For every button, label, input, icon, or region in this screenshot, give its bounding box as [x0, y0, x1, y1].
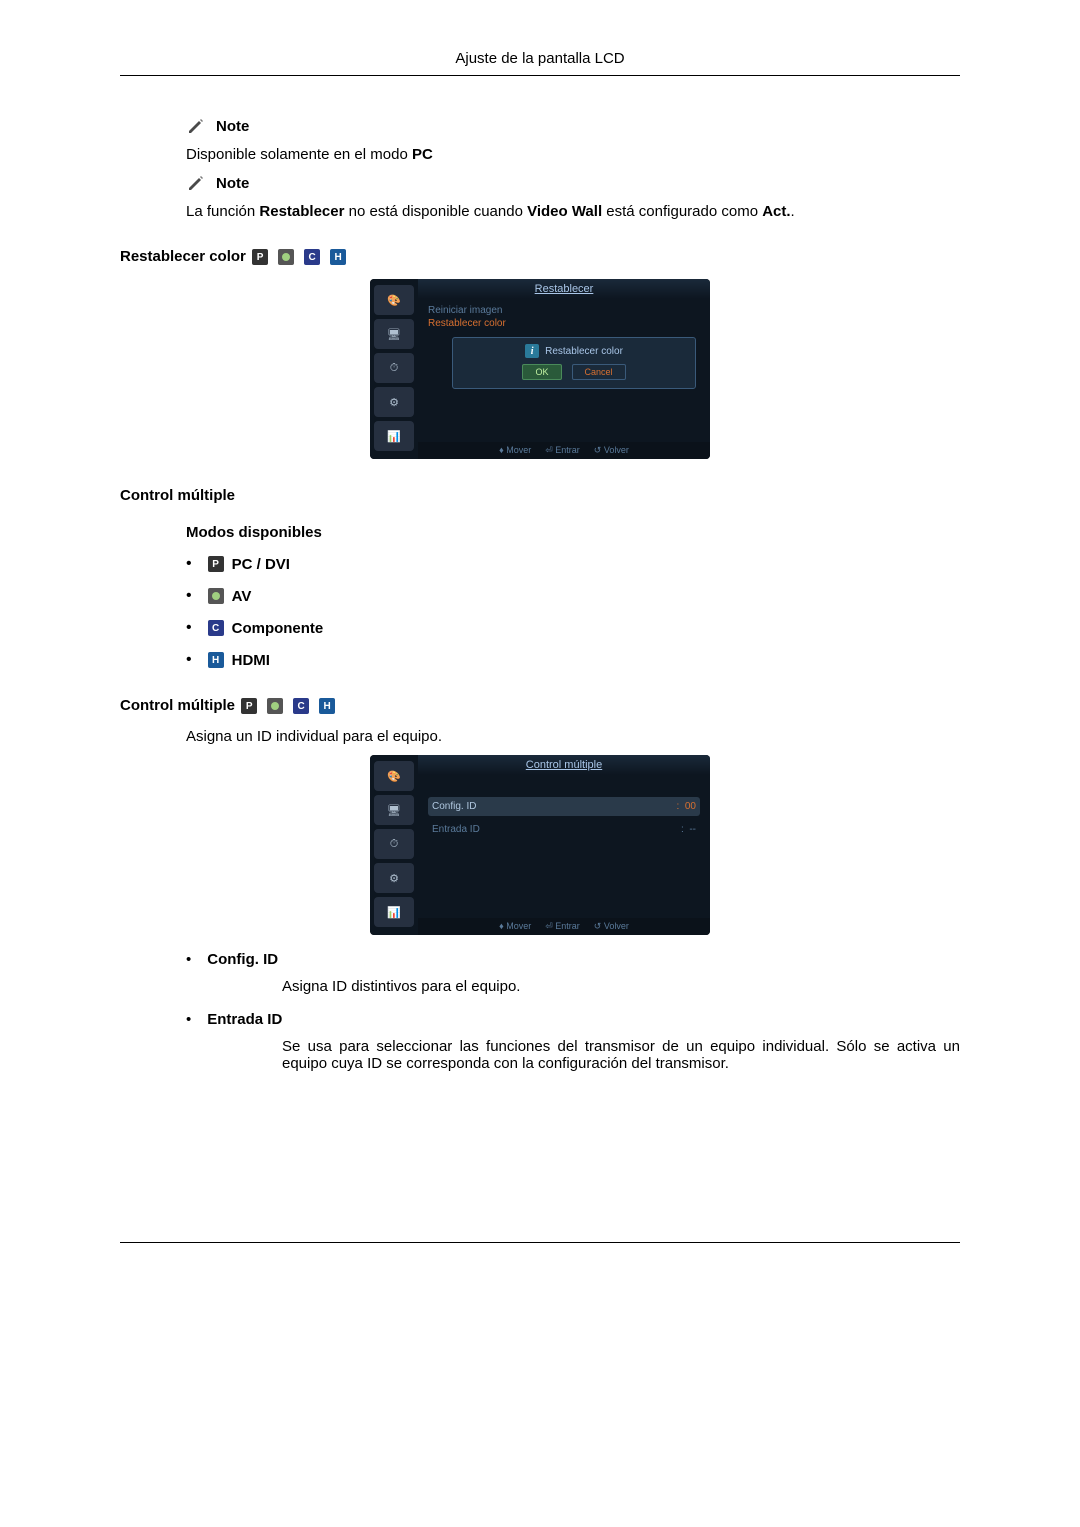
osd-tab-icon: ⚙: [374, 387, 414, 417]
note-label: Note: [216, 175, 249, 192]
section-control-multiple: Control múltiple: [120, 487, 960, 504]
badge-comp-icon: C: [208, 620, 224, 636]
osd-title: Restablecer: [418, 279, 710, 299]
note-text-2: La función Restablecer no está disponibl…: [186, 203, 960, 220]
osd-row-config-id: Config. ID : 00: [428, 797, 700, 816]
osd-tab-icon: 🖥: [374, 795, 414, 825]
badge-hdmi-icon: H: [208, 652, 224, 668]
control-multiple-desc: Asigna un ID individual para el equipo.: [186, 728, 960, 745]
mode-badges: P C H: [241, 698, 343, 714]
section-control-multiple-2: Control múltiple P C H: [120, 697, 960, 714]
badge-av-icon: [267, 698, 283, 714]
mode-badges: P C H: [252, 249, 354, 265]
osd-footer: ♦ Mover ⏎ Entrar ↺ Volver: [418, 918, 710, 935]
sub-modos-disponibles: Modos disponibles: [186, 524, 960, 541]
item-entrada-id: Entrada ID Se usa para seleccionar las f…: [186, 1011, 960, 1072]
info-icon: i: [525, 344, 539, 358]
osd-sidebar: 🎨 🖥 ⏱ ⚙ 📊: [370, 755, 418, 935]
modes-list: P PC / DVI AV C Componente H HDMI: [186, 555, 960, 669]
osd-dialog: i Restablecer color OK Cancel: [452, 337, 696, 389]
badge-pc-icon: P: [252, 249, 268, 265]
osd-hint-mover: ♦ Mover: [499, 445, 531, 456]
page-header: Ajuste de la pantalla LCD: [120, 50, 960, 76]
note-text-1: Disponible solamente en el modo PC: [186, 146, 960, 163]
badge-hdmi-icon: H: [330, 249, 346, 265]
osd-cancel-button: Cancel: [572, 364, 626, 380]
badge-pc-icon: P: [208, 556, 224, 572]
figure-control-multiple: 🎨 🖥 ⏱ ⚙ 📊 Control múltiple Config. ID : …: [120, 755, 960, 935]
osd-tab-icon: 🎨: [374, 285, 414, 315]
osd-ok-button: OK: [522, 364, 561, 380]
entrada-id-desc: Se usa para seleccionar las funciones de…: [282, 1038, 960, 1072]
osd-title: Control múltiple: [418, 755, 710, 775]
osd-menu-item-selected: Restablecer color: [428, 318, 700, 329]
osd-dialog-title: i Restablecer color: [461, 344, 687, 358]
mode-av: AV: [186, 587, 960, 605]
page-footer-line: [120, 1242, 960, 1243]
osd-sidebar: 🎨 🖥 ⏱ ⚙ 📊: [370, 279, 418, 459]
badge-comp-icon: C: [293, 698, 309, 714]
osd-control-multiple: 🎨 🖥 ⏱ ⚙ 📊 Control múltiple Config. ID : …: [370, 755, 710, 935]
pencil-icon: [186, 116, 206, 136]
badge-av-icon: [278, 249, 294, 265]
config-id-desc: Asigna ID distintivos para el equipo.: [282, 978, 960, 995]
mode-componente: C Componente: [186, 619, 960, 637]
osd-tab-icon: ⚙: [374, 863, 414, 893]
osd-tab-icon: ⏱: [374, 829, 414, 859]
pencil-icon: [186, 173, 206, 193]
osd-tab-icon: 📊: [374, 421, 414, 451]
osd-footer: ♦ Mover ⏎ Entrar ↺ Volver: [418, 442, 710, 459]
sub-bullet-list: Config. ID Asigna ID distintivos para el…: [186, 951, 960, 1072]
osd-hint-entrar: ⏎ Entrar: [545, 921, 580, 932]
note-row: Note: [186, 116, 960, 136]
osd-tab-icon: 🖥: [374, 319, 414, 349]
page-title: Ajuste de la pantalla LCD: [455, 50, 624, 67]
osd-menu-item: Reiniciar imagen: [428, 305, 700, 316]
item-config-id: Config. ID Asigna ID distintivos para el…: [186, 951, 960, 995]
osd-hint-volver: ↺ Volver: [594, 921, 629, 932]
mode-pc: P PC / DVI: [186, 555, 960, 573]
section-restablecer-color: Restablecer color P C H: [120, 248, 960, 265]
note-row-2: Note: [186, 173, 960, 193]
badge-av-icon: [208, 588, 224, 604]
badge-pc-icon: P: [241, 698, 257, 714]
figure-restablecer: 🎨 🖥 ⏱ ⚙ 📊 Restablecer Reiniciar imagen R…: [120, 279, 960, 459]
osd-row-entrada-id: Entrada ID : --: [428, 820, 700, 839]
osd-tab-icon: ⏱: [374, 353, 414, 383]
osd-main: Restablecer Reiniciar imagen Restablecer…: [418, 279, 710, 459]
badge-hdmi-icon: H: [319, 698, 335, 714]
osd-restablecer: 🎨 🖥 ⏱ ⚙ 📊 Restablecer Reiniciar imagen R…: [370, 279, 710, 459]
note-label: Note: [216, 118, 249, 135]
osd-tab-icon: 🎨: [374, 761, 414, 791]
mode-hdmi: H HDMI: [186, 651, 960, 669]
osd-hint-mover: ♦ Mover: [499, 921, 531, 932]
osd-tab-icon: 📊: [374, 897, 414, 927]
badge-comp-icon: C: [304, 249, 320, 265]
osd-main: Control múltiple Config. ID : 00 Entrada…: [418, 755, 710, 935]
osd-hint-entrar: ⏎ Entrar: [545, 445, 580, 456]
osd-hint-volver: ↺ Volver: [594, 445, 629, 456]
